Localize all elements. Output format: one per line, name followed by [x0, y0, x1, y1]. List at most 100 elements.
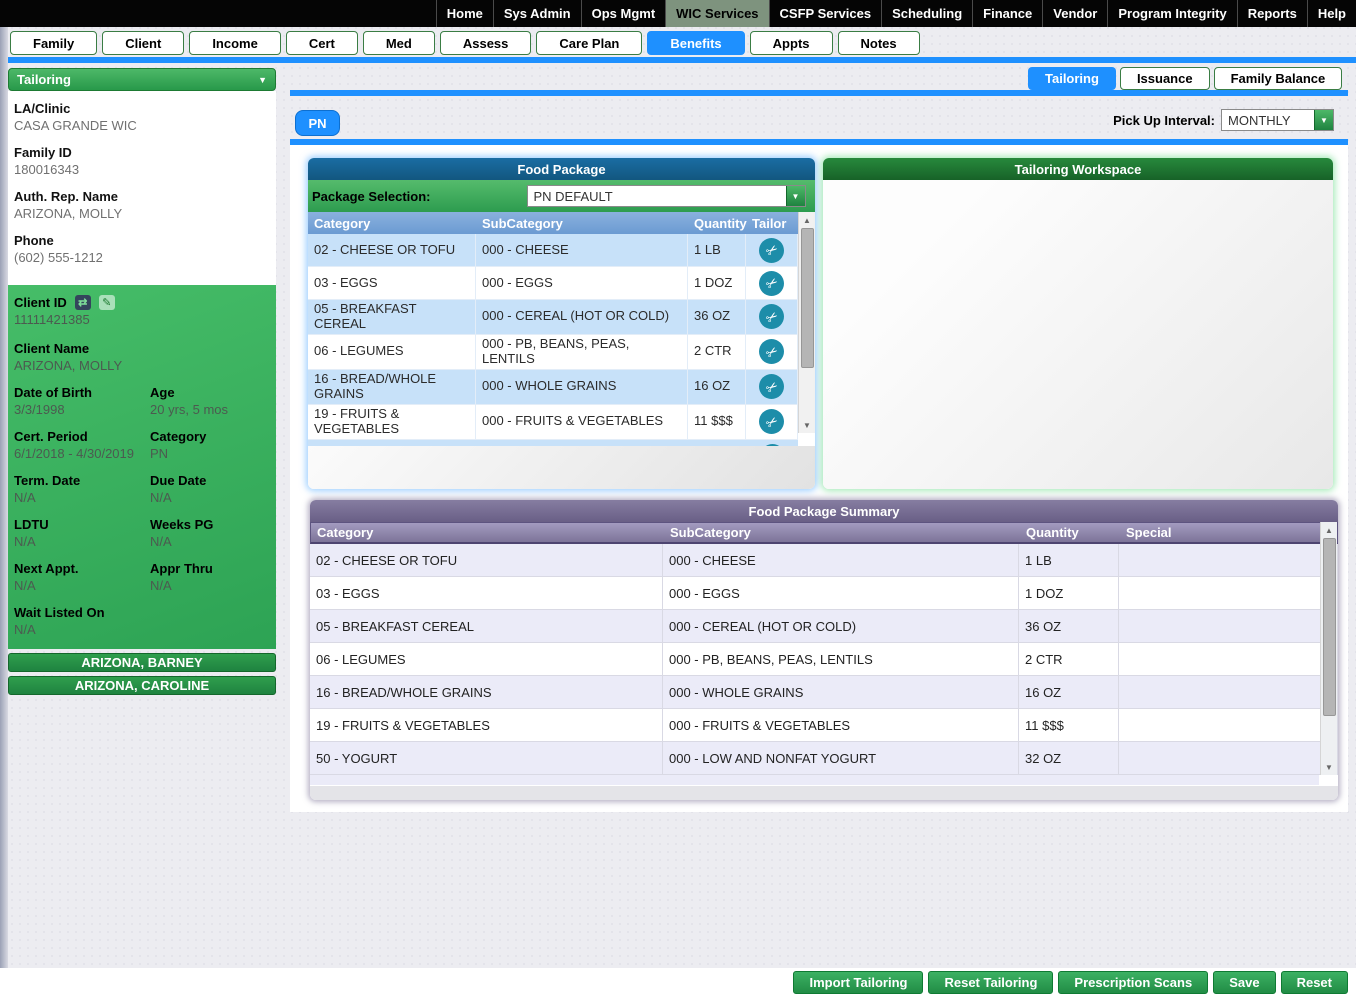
- pickup-interval-select[interactable]: MONTHLY ▼: [1221, 109, 1334, 131]
- scrollbar-thumb[interactable]: [801, 228, 814, 368]
- import-tailoring-button[interactable]: Import Tailoring: [793, 971, 923, 994]
- client-field-label: Weeks PG: [150, 517, 266, 532]
- tab-cert[interactable]: Cert: [286, 31, 358, 55]
- reset-button[interactable]: Reset: [1281, 971, 1348, 994]
- tab-assess[interactable]: Assess: [440, 31, 532, 55]
- footer-buttons: Import TailoringReset TailoringPrescript…: [793, 971, 1348, 994]
- view-tab-issuance[interactable]: Issuance: [1120, 67, 1210, 90]
- table-row[interactable]: 06 - LEGUMES000 - PB, BEANS, PEAS, LENTI…: [310, 643, 1338, 676]
- table-row[interactable]: 50 - YOGURT000 - LOW AND NONFAT YOGURT32…: [310, 742, 1338, 775]
- cell-category: 03 - EGGS: [308, 267, 476, 300]
- cell-subcategory: 000 - WHOLE GRAINS: [663, 676, 1019, 709]
- category-pn-button[interactable]: PN: [295, 110, 340, 136]
- tab-client[interactable]: Client: [102, 31, 184, 55]
- table-row[interactable]: 06 - LEGUMES000 - PB, BEANS, PEAS, LENTI…: [308, 335, 815, 370]
- view-tab-tailoring[interactable]: Tailoring: [1028, 67, 1116, 90]
- sidebar-tailoring-dropdown[interactable]: Tailoring ▼: [8, 68, 276, 91]
- scissors-icon[interactable]: ✂: [759, 409, 784, 434]
- sidebar-info-pair: Family ID180016343: [14, 145, 270, 177]
- cell-special: [1119, 610, 1338, 643]
- cell-tailor: ✂: [746, 234, 798, 267]
- scroll-up-icon[interactable]: ▲: [1323, 524, 1335, 536]
- nav-item-home[interactable]: Home: [436, 0, 493, 27]
- cell-subcategory: 000 - PB, BEANS, PEAS, LENTILS: [476, 335, 688, 370]
- left-edge-gradient: [0, 27, 8, 995]
- summary-partial-row: [310, 775, 1319, 785]
- transfer-client-icon[interactable]: ⇄: [75, 295, 91, 310]
- client-field-value: N/A: [150, 534, 266, 549]
- nav-item-csfp-services[interactable]: CSFP Services: [769, 0, 882, 27]
- table-row[interactable]: 03 - EGGS000 - EGGS1 DOZ✂: [308, 267, 815, 300]
- sidebar-family-info: LA/ClinicCASA GRANDE WICFamily ID1800163…: [8, 91, 276, 285]
- top-navigation-bar: HomeSys AdminOps MgmtWIC ServicesCSFP Se…: [0, 0, 1356, 27]
- reset-tailoring-button[interactable]: Reset Tailoring: [928, 971, 1053, 994]
- cell-category: 02 - CHEESE OR TOFU: [310, 544, 663, 577]
- tab-income[interactable]: Income: [189, 31, 281, 55]
- scissors-icon[interactable]: ✂: [759, 339, 784, 364]
- scissors-icon[interactable]: ✂: [759, 374, 784, 399]
- module-tabs: FamilyClientIncomeCertMedAssessCare Plan…: [10, 31, 920, 55]
- column-header: SubCategory: [476, 216, 688, 231]
- nav-item-ops-mgmt[interactable]: Ops Mgmt: [581, 0, 666, 27]
- scissors-icon[interactable]: ✂: [759, 238, 784, 263]
- cell-subcategory: 000 - CHEESE: [663, 544, 1019, 577]
- scissors-icon[interactable]: ✂: [759, 304, 784, 329]
- prescription-scans-button[interactable]: Prescription Scans: [1058, 971, 1208, 994]
- cell-subcategory: 000 - FRUITS & VEGETABLES: [476, 405, 688, 440]
- table-row[interactable]: 16 - BREAD/WHOLE GRAINS000 - WHOLE GRAIN…: [310, 676, 1338, 709]
- family-member-buttons: ARIZONA, BARNEY ARIZONA, CAROLINE: [8, 653, 276, 695]
- scrollbar-thumb[interactable]: [1323, 538, 1336, 716]
- nav-item-finance[interactable]: Finance: [972, 0, 1042, 27]
- tab-appts[interactable]: Appts: [750, 31, 833, 55]
- view-tab-family-balance[interactable]: Family Balance: [1214, 67, 1343, 90]
- client-field-label: Appr Thru: [150, 561, 266, 576]
- tailoring-workspace-panel: Tailoring Workspace: [823, 158, 1333, 489]
- table-row[interactable]: 03 - EGGS000 - EGGS1 DOZ: [310, 577, 1338, 610]
- client-field: CategoryPN: [150, 429, 270, 461]
- summary-scrollbar[interactable]: ▲ ▼: [1320, 522, 1337, 775]
- client-name-value: ARIZONA, MOLLY: [14, 358, 266, 373]
- tab-med[interactable]: Med: [363, 31, 435, 55]
- summary-footer: [310, 786, 1338, 800]
- table-row[interactable]: 19 - FRUITS & VEGETABLES000 - FRUITS & V…: [308, 405, 815, 440]
- table-row[interactable]: 05 - BREAKFAST CEREAL000 - CEREAL (HOT O…: [310, 610, 1338, 643]
- save-button[interactable]: Save: [1213, 971, 1275, 994]
- view-tab-underline: [290, 90, 1348, 96]
- scroll-up-icon[interactable]: ▲: [801, 214, 813, 226]
- food-package-scrollbar[interactable]: ▲ ▼: [798, 212, 815, 433]
- nav-item-help[interactable]: Help: [1307, 0, 1356, 27]
- nav-item-reports[interactable]: Reports: [1237, 0, 1307, 27]
- table-row[interactable]: 16 - BREAD/WHOLE GRAINS000 - WHOLE GRAIN…: [308, 370, 815, 405]
- family-member-button[interactable]: ARIZONA, CAROLINE: [8, 676, 276, 695]
- nav-item-sys-admin[interactable]: Sys Admin: [493, 0, 581, 27]
- table-row[interactable]: 02 - CHEESE OR TOFU000 - CHEESE1 LB: [310, 544, 1338, 577]
- tab-benefits[interactable]: Benefits: [647, 31, 744, 55]
- nav-item-scheduling[interactable]: Scheduling: [881, 0, 972, 27]
- cell-quantity: 11 $$$: [1019, 709, 1119, 742]
- info-value: 180016343: [14, 162, 270, 177]
- table-row[interactable]: 02 - CHEESE OR TOFU000 - CHEESE1 LB✂: [308, 234, 815, 267]
- package-selection-select[interactable]: PN DEFAULT ▼: [527, 185, 806, 207]
- scissors-glyph: ✂: [762, 240, 781, 260]
- tab-notes[interactable]: Notes: [838, 31, 920, 55]
- client-field: Date of Birth3/3/1998: [14, 385, 150, 417]
- cell-tailor: ✂: [746, 370, 798, 405]
- scissors-icon[interactable]: ✂: [759, 271, 784, 296]
- table-row[interactable]: 19 - FRUITS & VEGETABLES000 - FRUITS & V…: [310, 709, 1338, 742]
- cell-category: 06 - LEGUMES: [308, 335, 476, 370]
- tab-family[interactable]: Family: [10, 31, 97, 55]
- nav-item-wic-services[interactable]: WIC Services: [665, 0, 768, 27]
- edit-client-icon[interactable]: ✎: [99, 295, 115, 310]
- table-row[interactable]: 05 - BREAKFAST CEREAL000 - CEREAL (HOT O…: [308, 300, 815, 335]
- scroll-down-icon[interactable]: ▼: [1323, 761, 1335, 773]
- chevron-down-icon: ▼: [1314, 110, 1333, 130]
- nav-item-program-integrity[interactable]: Program Integrity: [1107, 0, 1236, 27]
- cell-subcategory: 000 - EGGS: [663, 577, 1019, 610]
- scroll-down-icon[interactable]: ▼: [801, 419, 813, 431]
- tab-care-plan[interactable]: Care Plan: [536, 31, 642, 55]
- nav-item-vendor[interactable]: Vendor: [1042, 0, 1107, 27]
- info-label: Phone: [14, 233, 270, 248]
- client-field-value: N/A: [14, 490, 146, 505]
- cell-special: [1119, 709, 1338, 742]
- family-member-button[interactable]: ARIZONA, BARNEY: [8, 653, 276, 672]
